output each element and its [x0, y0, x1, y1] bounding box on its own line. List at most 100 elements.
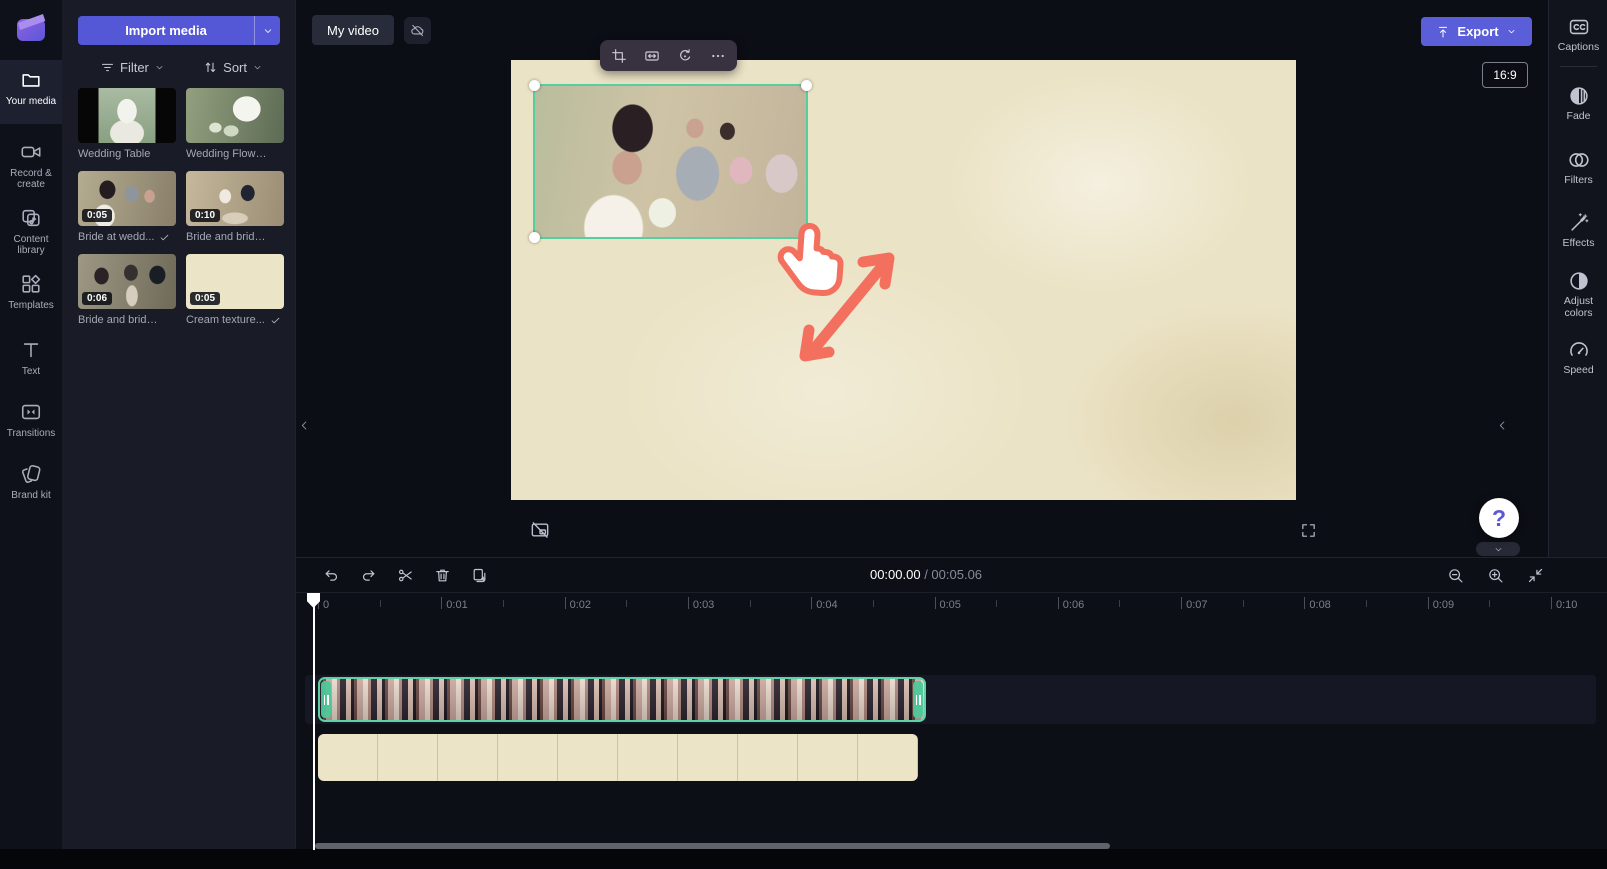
- import-media-button[interactable]: Import media: [78, 16, 280, 45]
- timeline-zoom-in-button[interactable]: [1482, 562, 1508, 588]
- chevron-down-icon: [154, 62, 165, 73]
- selection-handle-top-left[interactable]: [529, 80, 540, 91]
- rotate-icon: [677, 48, 693, 64]
- rotate-button[interactable]: [671, 42, 699, 70]
- picture-in-picture-off-button[interactable]: [528, 518, 551, 541]
- check-icon: [270, 315, 281, 326]
- ruler-tick: [1304, 597, 1306, 609]
- sidebar-item-label: Record & create: [10, 168, 52, 190]
- media-card[interactable]: 0:06 Bride and brideg...: [78, 254, 176, 328]
- media-label: Wedding Flowers: [186, 148, 270, 160]
- upload-icon: [1436, 25, 1450, 39]
- rail-item-adjust-colors[interactable]: Adjust colors: [1549, 270, 1607, 319]
- sidebar-item-transitions[interactable]: Transitions: [0, 392, 62, 448]
- preview-pane: My video Export 16:9 ?: [296, 0, 1548, 557]
- preview-canvas: [511, 60, 1296, 500]
- pip-off-icon: [530, 520, 550, 540]
- rail-item-label: Captions: [1557, 41, 1600, 53]
- fit-button[interactable]: [638, 42, 666, 70]
- zoom-out-icon: [1447, 567, 1464, 584]
- rail-item-effects[interactable]: Effects: [1549, 212, 1607, 250]
- media-card[interactable]: Wedding Flowers: [186, 88, 284, 162]
- collapse-right-panel-button[interactable]: [1494, 410, 1510, 440]
- selection-handle-bottom-left[interactable]: [529, 232, 540, 243]
- filters-icon: [1568, 149, 1590, 171]
- timeline-zoom-out-button[interactable]: [1442, 562, 1468, 588]
- sidebar-item-label: Templates: [8, 300, 54, 311]
- wedding-clip-image[interactable]: [535, 86, 806, 237]
- media-card[interactable]: 0:05 Cream texture...: [186, 254, 284, 328]
- timeline-toolbar: 00:00.00 / 00:05.06: [296, 558, 1607, 593]
- media-thumbnail-wedding-table[interactable]: [78, 88, 176, 143]
- cloud-backup-off-button[interactable]: [404, 17, 431, 44]
- timeline-fit-button[interactable]: [1522, 562, 1548, 588]
- media-card[interactable]: 0:05 Bride at wedd...: [78, 171, 176, 245]
- redo-icon: [360, 567, 377, 584]
- undo-button[interactable]: [318, 562, 344, 588]
- media-thumbnail-bride-walking[interactable]: 0:05: [78, 171, 176, 226]
- timeline-background-clip[interactable]: [318, 734, 918, 781]
- ruler-label: 0:03: [692, 599, 715, 611]
- split-button[interactable]: [392, 562, 418, 588]
- duplicate-button[interactable]: [466, 562, 492, 588]
- current-time: 00:00.00: [869, 567, 921, 582]
- resize-cursor-hint-graphic: [777, 222, 895, 362]
- media-label: Cream texture...: [186, 314, 265, 326]
- sidebar-item-content-library[interactable]: Content library: [0, 198, 62, 262]
- media-thumbnail-cream-texture[interactable]: 0:05: [186, 254, 284, 309]
- selection-handle-top-right[interactable]: [801, 80, 812, 91]
- trim-handle-right[interactable]: [913, 681, 923, 718]
- filter-button[interactable]: Filter: [94, 59, 171, 76]
- import-media-label: Import media: [125, 23, 207, 38]
- trim-handle-left[interactable]: [321, 681, 331, 718]
- media-grid: Wedding Table Wedding Flowers 0:05 Bride at…: [78, 88, 284, 328]
- sidebar-item-text[interactable]: Text: [0, 330, 62, 380]
- media-card[interactable]: Wedding Table: [78, 88, 176, 162]
- project-title-tab[interactable]: My video: [312, 15, 395, 45]
- aspect-ratio-badge[interactable]: 16:9: [1482, 62, 1528, 88]
- chevron-left-icon: [1496, 419, 1509, 432]
- rail-item-filters[interactable]: Filters: [1549, 149, 1607, 187]
- ruler-label: 0:05: [939, 599, 961, 611]
- left-nav-rail: Your media Record & create Content library…: [0, 0, 62, 869]
- total-duration: 00:05.06: [931, 567, 983, 582]
- export-button[interactable]: Export: [1421, 17, 1532, 46]
- split-icon: [397, 567, 414, 584]
- collapse-media-panel-button[interactable]: [296, 410, 312, 440]
- sidebar-item-templates[interactable]: Templates: [0, 264, 62, 322]
- media-thumbnail-bride-groom-confetti[interactable]: 0:10: [186, 171, 284, 226]
- video-camera-icon: [20, 141, 42, 163]
- delete-icon: [434, 567, 451, 584]
- media-thumbnail-wedding-flowers[interactable]: [186, 88, 284, 143]
- sort-button[interactable]: Sort: [197, 59, 269, 76]
- help-collapse-button[interactable]: [1476, 542, 1520, 556]
- timeline-video-clip[interactable]: [318, 677, 926, 722]
- ruler-label: 0:06: [1062, 599, 1085, 611]
- ruler-tick: [934, 597, 936, 609]
- delete-button[interactable]: [429, 562, 455, 588]
- captions-icon: [1568, 16, 1590, 38]
- sidebar-item-brand-kit[interactable]: Brand kit: [0, 454, 62, 510]
- import-media-dropdown-button[interactable]: [254, 16, 280, 45]
- ruler-tick: [1427, 597, 1429, 609]
- clipchamp-logo-icon[interactable]: [14, 10, 48, 44]
- rail-item-captions[interactable]: Captions: [1549, 16, 1607, 54]
- sidebar-item-record-create[interactable]: Record & create: [0, 132, 62, 198]
- help-button[interactable]: ?: [1479, 498, 1519, 538]
- crop-button[interactable]: [605, 42, 633, 70]
- rail-item-fade[interactable]: Fade: [1549, 85, 1607, 123]
- fullscreen-button[interactable]: [1298, 520, 1318, 540]
- media-card[interactable]: 0:10 Bride and brideg...: [186, 171, 284, 245]
- chevron-down-icon: [1493, 544, 1504, 555]
- rail-item-label: Speed: [1563, 364, 1594, 376]
- ruler-tick-minor: [749, 600, 751, 607]
- media-thumbnail-bride-groom-ceremony[interactable]: 0:06: [78, 254, 176, 309]
- more-options-button[interactable]: [704, 42, 732, 70]
- playhead[interactable]: [306, 593, 321, 850]
- timeline-ruler[interactable]: 0 0:01 0:02 0:03 0:04 0:05 0:06 0:07 0:08 0:09 0:1…: [296, 593, 1607, 618]
- duplicate-icon: [471, 567, 488, 584]
- selected-clip[interactable]: [529, 80, 812, 243]
- rail-item-speed[interactable]: Speed: [1549, 339, 1607, 377]
- redo-button[interactable]: [355, 562, 381, 588]
- sidebar-item-your-media[interactable]: Your media: [0, 60, 62, 124]
